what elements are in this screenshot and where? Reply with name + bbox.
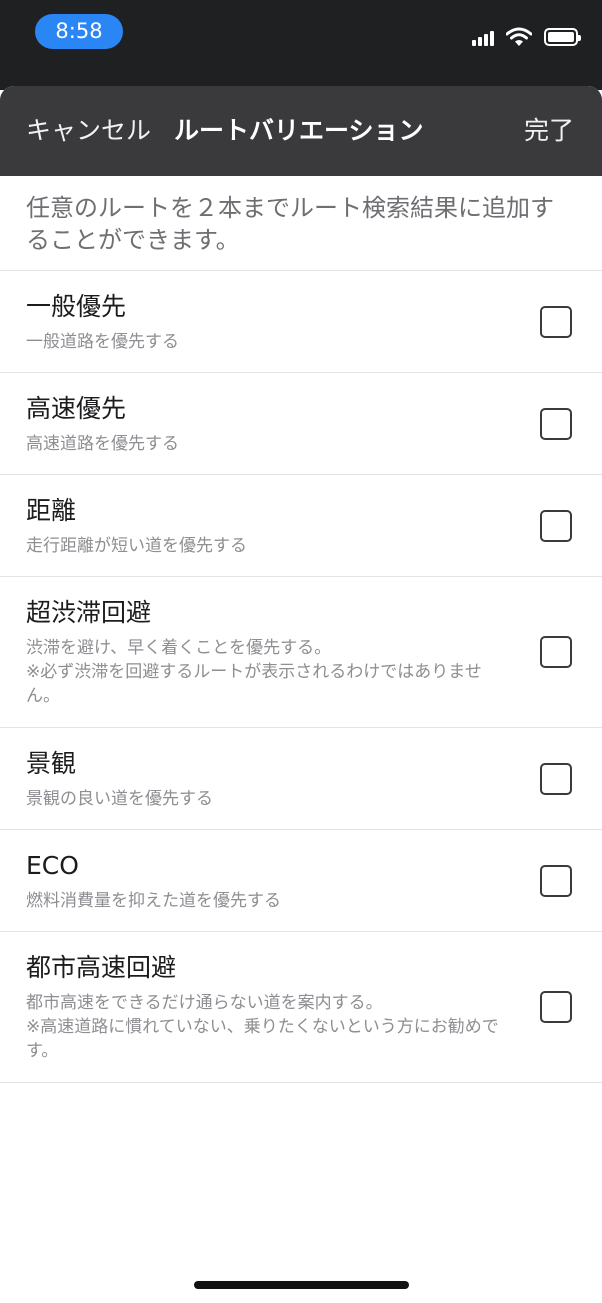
wifi-icon [506,27,532,46]
option-description: 燃料消費量を抑えた道を優先する [26,890,281,911]
status-icons [472,26,581,48]
option-description: 走行距離が短い道を優先する [26,535,247,556]
option-scenery[interactable]: 景観 景観の良い道を優先する [0,728,602,830]
option-title: 一般優先 [26,291,127,321]
option-description: 一般道路を優先する [26,331,179,352]
battery-icon [544,28,581,46]
page-title: ルートバリエーション [174,116,424,145]
option-highway-priority[interactable]: 高速優先 高速道路を優先する [0,373,602,475]
done-button[interactable]: 完了 [524,86,574,176]
option-description: 都市高速をできるだけ通らない道を案内する。 ※高速道路に慣れていない、乗りたくな… [26,993,499,1061]
status-time: 8:58 [35,14,123,49]
status-bar: 8:58 [0,0,602,90]
route-options-list: 一般優先 一般道路を優先する 高速優先 高速道路を優先する 距離 走行距離が短い… [0,271,602,1083]
option-title: 高速優先 [26,393,127,423]
option-checkbox[interactable] [540,762,572,795]
option-title: ECO [26,850,79,880]
cancel-button[interactable]: キャンセル [26,86,151,176]
option-checkbox[interactable] [540,864,572,897]
option-congestion-avoid[interactable]: 超渋滞回避 渋滞を避け、早く着くことを優先する。 ※必ず渋滞を回避するルートが表… [0,577,602,728]
option-distance[interactable]: 距離 走行距離が短い道を優先する [0,475,602,577]
cellular-signal-icon [472,28,494,46]
option-checkbox[interactable] [540,991,572,1023]
option-description: 高速道路を優先する [26,433,179,454]
description-text: 任意のルートを２本までルート検索結果に追加することができます。 [0,176,602,271]
option-eco[interactable]: ECO 燃料消費量を抑えた道を優先する [0,830,602,932]
option-urban-expressway-avoid[interactable]: 都市高速回避 都市高速をできるだけ通らない道を案内する。 ※高速道路に慣れていな… [0,932,602,1083]
option-general-priority[interactable]: 一般優先 一般道路を優先する [0,271,602,373]
option-checkbox[interactable] [540,509,572,542]
route-variation-sheet: キャンセル ルートバリエーション 完了 任意のルートを２本までルート検索結果に追… [0,86,602,1303]
nav-bar: キャンセル ルートバリエーション 完了 [0,86,602,176]
option-description: 渋滞を避け、早く着くことを優先する。 ※必ず渋滞を回避するルートが表示されるわけ… [26,638,482,706]
option-checkbox[interactable] [540,636,572,668]
option-checkbox[interactable] [540,407,572,440]
option-title: 景観 [26,748,77,778]
option-title: 都市高速回避 [26,953,177,982]
option-title: 超渋滞回避 [26,598,152,627]
option-title: 距離 [26,495,77,525]
home-indicator[interactable] [194,1281,409,1289]
option-checkbox[interactable] [540,305,572,338]
option-description: 景観の良い道を優先する [26,788,213,809]
